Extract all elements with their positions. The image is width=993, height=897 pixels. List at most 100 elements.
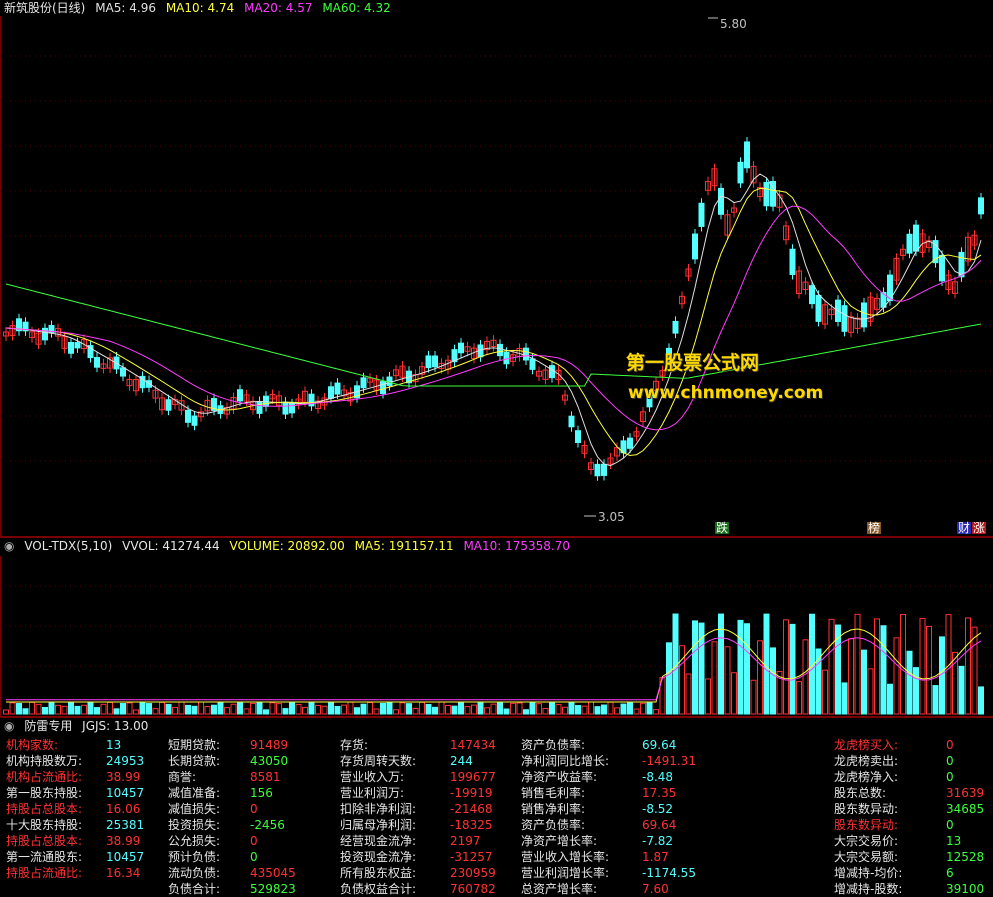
- volume-bar: [679, 645, 685, 715]
- candle-body: [334, 382, 341, 395]
- high-label: 5.80: [720, 17, 747, 31]
- volume-pane[interactable]: ◉ VOL-TDX(5,10) VVOL: 41274.44 VOLUME: 2…: [0, 538, 993, 716]
- indicator-label: 营业利润万:: [340, 786, 405, 800]
- indicator-value: 10457: [106, 850, 145, 864]
- vol-ma10-label: MA10: 175358.70: [463, 539, 571, 553]
- volume-bar: [971, 626, 978, 715]
- vol-ma10-line: [6, 637, 982, 701]
- candle-body: [68, 341, 74, 354]
- vol-title: VOL-TDX(5,10): [24, 539, 113, 553]
- indicator-table: 机构家数: 13 机构持股数万: 24953 机构占流通比: 38.99 第一股东持股: 10…: [0, 734, 993, 896]
- volume-bar: [81, 704, 87, 715]
- candle-body: [94, 357, 100, 368]
- indicator-label: 公允损失:: [168, 834, 221, 848]
- indicator-label: 第一股东持股:: [6, 786, 83, 800]
- indicator-label: 营业收入增长率:: [521, 850, 610, 864]
- volume-bar: [438, 701, 445, 715]
- collapse-icon[interactable]: ◉: [4, 719, 14, 733]
- candle-body: [503, 351, 510, 365]
- volume-bar: [42, 707, 48, 715]
- volume-bar: [393, 709, 399, 715]
- indicator-value: 38.99: [106, 834, 141, 848]
- indicator-label: 股东总数:: [834, 786, 887, 800]
- volume-bar: [399, 702, 406, 715]
- ma5-label: MA5: 4.96: [95, 1, 156, 15]
- volume-bar: [607, 701, 614, 715]
- candle-body: [698, 202, 705, 227]
- tag-die[interactable]: 跌: [715, 522, 730, 534]
- volume-bar: [243, 708, 250, 715]
- volume-bar: [451, 705, 458, 715]
- tag-zhang[interactable]: 涨: [972, 522, 987, 534]
- vvol-label: VVOL: 41274.44: [122, 539, 220, 553]
- volume-bar: [640, 702, 646, 715]
- volume-bar: [620, 703, 627, 715]
- indicator-label: 大宗交易价:: [834, 834, 899, 848]
- volume-bar: [802, 639, 809, 715]
- volume-bar: [185, 704, 191, 715]
- indicator-label: 资产负债率:: [521, 818, 586, 832]
- candle-body: [913, 224, 919, 252]
- volume-bar: [744, 623, 750, 715]
- candle-body: [575, 430, 581, 443]
- indicator-value: 0: [946, 738, 954, 752]
- volume-bar: [627, 702, 633, 715]
- volume-bar: [594, 706, 601, 715]
- volume-bar: [55, 704, 61, 715]
- volume-bar: [341, 704, 347, 715]
- indicator-label: 龙虎榜净入:: [834, 770, 899, 784]
- volume-bar: [211, 704, 217, 715]
- volume-bar: [783, 619, 789, 715]
- candle-body: [789, 248, 796, 275]
- volume-bar: [887, 683, 893, 715]
- candle-body: [549, 365, 555, 379]
- tag-bang[interactable]: 榜: [867, 522, 882, 534]
- candle-body: [841, 305, 848, 332]
- indicator-value: -7.82: [642, 834, 674, 848]
- indicator-value: 0: [250, 850, 258, 864]
- indicator-label: 股东数异动:: [834, 802, 899, 816]
- volume-bar: [633, 708, 640, 715]
- candle-body: [191, 415, 198, 426]
- indicator-value: 0: [946, 770, 954, 784]
- indicator-value: 31639: [946, 786, 985, 800]
- volume-bar: [224, 707, 230, 715]
- ma20-label: MA20: 4.57: [244, 1, 313, 15]
- indicator-label: 短期贷款:: [168, 738, 221, 752]
- indicator-value: -19919: [450, 786, 493, 800]
- tag-cai[interactable]: 财: [957, 522, 972, 534]
- candle-body: [594, 463, 601, 477]
- volume-bar: [406, 703, 412, 715]
- indicator-value: 16.06: [106, 802, 141, 816]
- indicator-label: 投资损失:: [168, 818, 221, 832]
- indicator-value: 91489: [250, 738, 289, 752]
- volume-bar: [367, 701, 373, 715]
- volume-bar: [217, 701, 224, 715]
- indicator-label: 经营现金流净:: [340, 834, 417, 848]
- volume-bar: [906, 650, 913, 715]
- stock-title[interactable]: 新筑股份(日线): [4, 1, 85, 15]
- volume-bar: [965, 617, 971, 715]
- volume-bar: [978, 686, 984, 715]
- vol-ma5-label: MA5: 191157.11: [354, 539, 454, 553]
- volume-bar: [711, 641, 718, 715]
- volume-bar: [848, 638, 854, 715]
- volume-chart[interactable]: [0, 556, 993, 716]
- volume-bar: [549, 701, 555, 715]
- volume-bar: [425, 704, 432, 715]
- volume-bar: [94, 707, 100, 715]
- volume-bar: [880, 625, 887, 715]
- collapse-icon[interactable]: ◉: [4, 539, 14, 553]
- kline-pane[interactable]: 新筑股份(日线) MA5: 4.96 MA10: 4.74 MA20: 4.57…: [0, 0, 993, 536]
- volume-bar: [588, 701, 594, 715]
- volume-bar: [178, 701, 185, 715]
- candle-body: [763, 181, 770, 207]
- indicator-value: 0: [250, 834, 258, 848]
- indicator-value: 230959: [450, 866, 496, 880]
- candle-body: [958, 251, 965, 278]
- indicator-value: 12528: [946, 850, 985, 864]
- kline-chart[interactable]: 5.80 3.05: [0, 16, 993, 536]
- volume-bar: [256, 702, 263, 715]
- volume-bar: [276, 703, 282, 715]
- candle-body: [718, 187, 724, 215]
